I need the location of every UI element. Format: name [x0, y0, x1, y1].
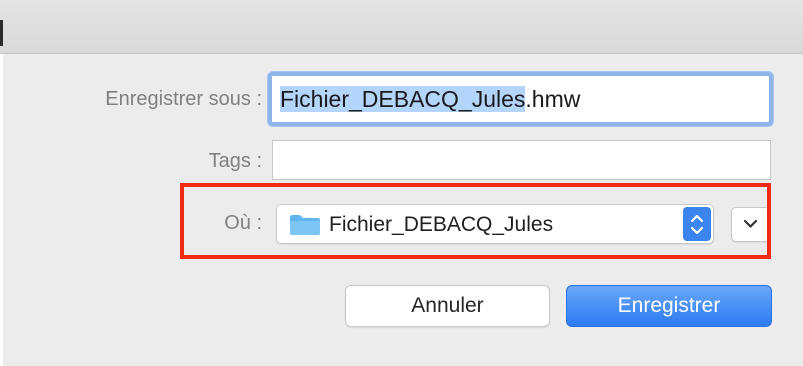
save-button[interactable]: Enregistrer	[566, 285, 772, 327]
window-edge	[0, 20, 3, 46]
window-titlebar	[0, 0, 803, 54]
cancel-button[interactable]: Annuler	[345, 285, 550, 327]
save-dialog-screenshot: Enregistrer sous : Fichier_DEBACQ_Jules.…	[0, 0, 803, 366]
tags-label: Tags :	[208, 150, 262, 172]
tags-field[interactable]	[272, 140, 771, 180]
filename-field[interactable]: Fichier_DEBACQ_Jules.hmw	[268, 72, 773, 126]
annotation-highlight-box	[180, 183, 771, 259]
filename-selected-text: Fichier_DEBACQ_Jules	[280, 86, 526, 112]
filename-extension: .hmw	[525, 86, 581, 112]
filename-text: Fichier_DEBACQ_Jules.hmw	[280, 86, 580, 113]
save-as-label: Enregistrer sous :	[105, 88, 262, 110]
